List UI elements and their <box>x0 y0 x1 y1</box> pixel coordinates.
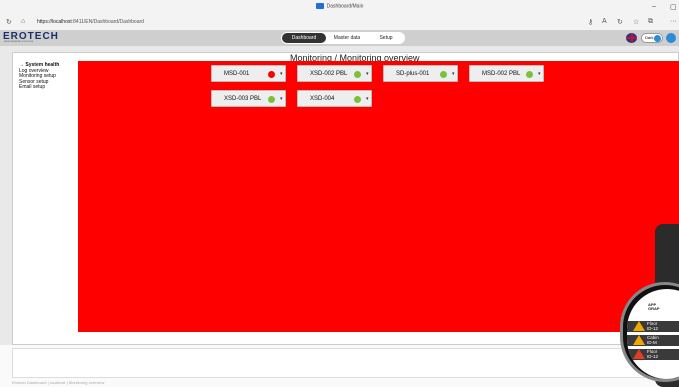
status-bar: Erotech Dashboard | localhost | Monitori… <box>12 380 105 385</box>
device-card-msd-001[interactable]: MSD-001 ▾ <box>211 65 286 82</box>
status-dot-icon <box>354 71 361 78</box>
tab-setup[interactable]: Setup <box>368 33 404 43</box>
sidebar-item-email-setup[interactable]: Email setup <box>19 84 74 91</box>
main-nav: Dashboard Master data Setup <box>281 32 405 44</box>
device-card-xsd-004[interactable]: XSD-004 ▾ <box>297 90 372 107</box>
warning-triangle-icon <box>633 349 645 359</box>
chevron-down-icon[interactable]: ▾ <box>538 71 541 77</box>
tab-title-text: Dashboard/Main <box>326 3 364 10</box>
status-dot-icon <box>268 71 275 78</box>
tab-page-icon <box>315 3 324 9</box>
status-dot-icon <box>440 71 447 78</box>
device-name: SD-plus-001 <box>396 71 430 77</box>
minimize-icon[interactable]: – <box>652 3 656 10</box>
alert-id: ID-12 <box>647 326 659 331</box>
status-dot-icon <box>268 96 275 103</box>
status-dot-icon <box>526 71 533 78</box>
collections-icon[interactable]: ⧉ <box>648 18 653 26</box>
device-card-xsd-003-pbl[interactable]: XSD-003 PBL ▾ <box>211 90 286 107</box>
reload-icon[interactable]: ↻ <box>617 18 623 26</box>
watch-alert-item[interactable]: Floor ID-12 <box>627 349 679 360</box>
maximize-icon[interactable]: ▢ <box>670 3 677 11</box>
url-path: :8411/EN/Dashboard/Dashboard <box>71 19 144 25</box>
browser-address-bar: ↻ ⌂ https://localhost:8411/EN/Dashboard/… <box>0 16 679 30</box>
browser-title-bar: Dashboard/Main – ▢ <box>0 0 679 16</box>
user-menu-icon[interactable] <box>666 33 676 43</box>
refresh-icon[interactable]: ↻ <box>6 18 12 26</box>
status-dot-icon <box>354 96 361 103</box>
dark-mode-label: Dark <box>645 35 654 40</box>
language-flag-icon[interactable] <box>626 33 637 43</box>
device-name: MSD-001 <box>224 71 250 77</box>
url-host: https://localhost <box>37 19 72 25</box>
tab-dashboard[interactable]: Dashboard <box>282 33 326 43</box>
watch-screen: APP GRAP Floor ID-12 Cabin ID-M Floor ID-12 <box>627 289 679 379</box>
device-card-xsd-002-pbl[interactable]: XSD-002 PBL ▾ <box>297 65 372 82</box>
tab-master-data[interactable]: Master data <box>326 33 368 43</box>
alert-id: ID-M <box>647 340 657 345</box>
device-card-msd-002-pbl[interactable]: MSD-002 PBL ▾ <box>469 65 544 82</box>
company-logo-subtitle: ENVIRONMENTAL SOLUTIONS <box>4 41 34 43</box>
device-name: XSD-004 <box>310 96 335 102</box>
device-name: XSD-003 PBL <box>224 96 262 102</box>
device-card-sd-plus-001[interactable]: SD-plus-001 ▾ <box>383 65 458 82</box>
more-menu-icon[interactable]: ··· <box>670 18 677 25</box>
favorite-star-icon[interactable]: ☆ <box>633 18 639 26</box>
chevron-down-icon[interactable]: ▾ <box>366 96 369 102</box>
chevron-down-icon[interactable]: ▾ <box>280 96 283 102</box>
warning-triangle-icon <box>633 321 645 331</box>
device-name: MSD-002 PBL <box>482 71 521 77</box>
warning-triangle-icon <box>633 335 645 345</box>
app-header: EROTECH ENVIRONMENTAL SOLUTIONS Dashboar… <box>0 30 679 46</box>
alert-id: ID-12 <box>647 354 659 359</box>
sidebar: → System health Log overview Monitoring … <box>19 62 74 91</box>
footer-panel <box>12 348 679 378</box>
watch-alert-item[interactable]: Floor ID-12 <box>627 321 679 332</box>
chevron-down-icon[interactable]: ▾ <box>452 71 455 77</box>
dark-mode-toggle[interactable]: Dark <box>641 33 663 43</box>
chevron-down-icon[interactable]: ▾ <box>280 71 283 77</box>
home-icon[interactable]: ⌂ <box>21 18 25 25</box>
watch-alert-item[interactable]: Cabin ID-M <box>627 335 679 346</box>
read-aloud-icon[interactable]: A <box>602 18 607 25</box>
watch-brand-logo: APP GRAP <box>648 303 660 311</box>
toggle-knob <box>654 35 661 42</box>
url-field[interactable]: https://localhost:8411/EN/Dashboard/Dash… <box>37 19 144 25</box>
device-name: XSD-002 PBL <box>310 71 348 77</box>
chevron-down-icon[interactable]: ▾ <box>366 71 369 77</box>
key-icon[interactable]: ⚷ <box>588 18 593 26</box>
alarm-overview-area <box>78 61 679 332</box>
browser-tab-title[interactable]: Dashboard/Main <box>0 3 679 9</box>
watch-brand-line2: GRAP <box>648 306 660 311</box>
